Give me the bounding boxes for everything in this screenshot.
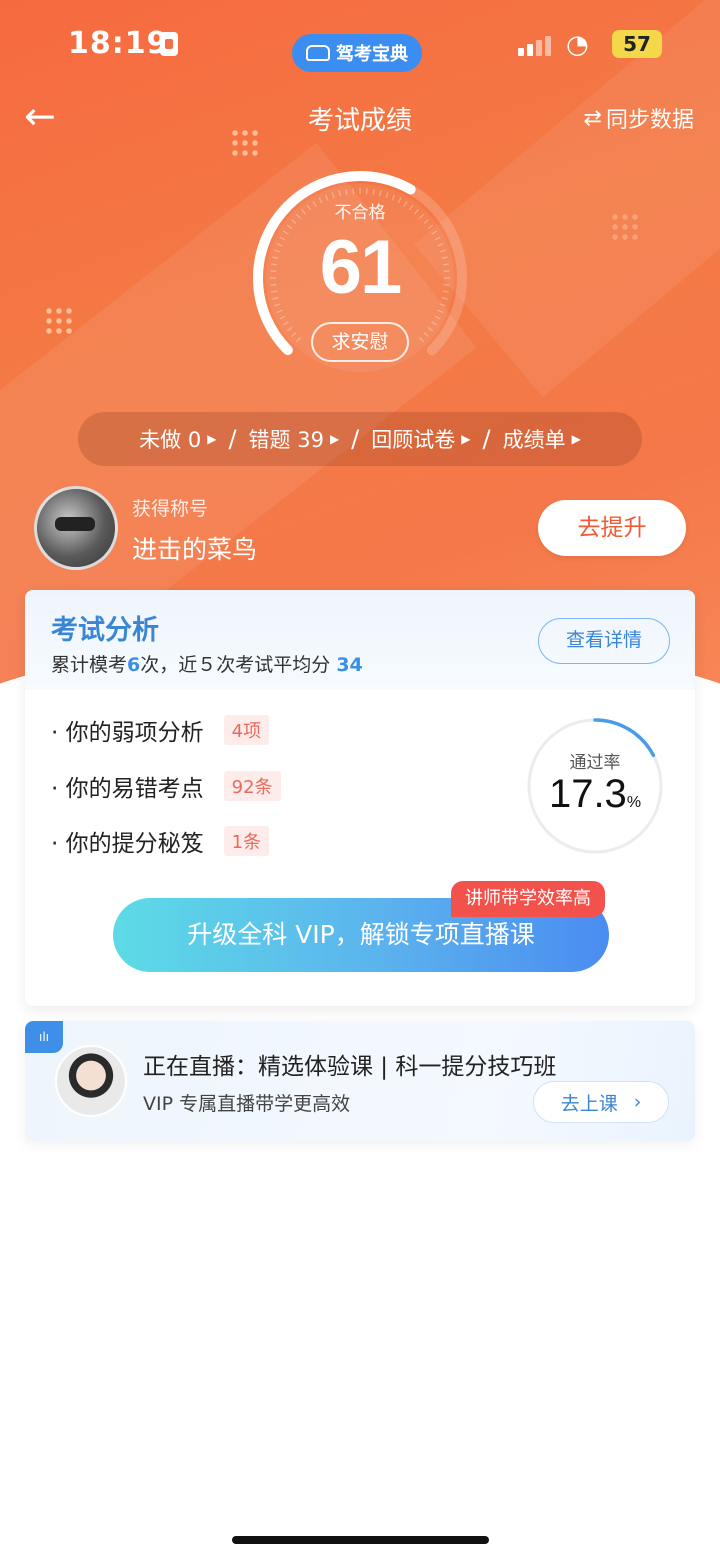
live-class-card[interactable]: ılı 正在直播：精选体验课 | 科一提分技巧班 VIP 专属直播带学更高效 去… xyxy=(25,1021,695,1141)
sync-data-label: 同步数据 xyxy=(605,108,694,133)
live-title: 正在直播：精选体验课 | 科一提分技巧班 xyxy=(143,1054,557,1080)
quick-action-label: 回顾试卷 xyxy=(371,428,456,452)
comfort-button[interactable]: 求安慰 xyxy=(311,322,409,362)
vip-promo-tag: 讲师带学效率高 xyxy=(451,881,605,917)
triangle-right-icon: ▶ xyxy=(329,432,340,446)
title-value: 进击的菜鸟 xyxy=(132,535,258,564)
wifi-icon: ◔ xyxy=(566,30,589,60)
quick-action-wrong[interactable]: 错题 39 ▶ xyxy=(249,424,340,454)
screen-record-icon xyxy=(160,32,178,56)
sync-data-button[interactable]: ⇄ 同步数据 xyxy=(584,102,694,134)
chevron-right-icon: › xyxy=(633,1091,642,1113)
row-label: · 你的弱项分析 xyxy=(51,720,204,746)
triangle-right-icon: ▶ xyxy=(571,432,581,446)
score-value: 61 xyxy=(319,225,403,310)
average-score: 34 xyxy=(336,654,363,676)
battery-icon: 57 xyxy=(612,30,662,58)
quick-action-review[interactable]: 回顾试卷 ▶ xyxy=(371,424,470,454)
row-tag: 1条 xyxy=(223,826,270,856)
view-details-button[interactable]: 查看详情 xyxy=(538,618,670,664)
avatar[interactable] xyxy=(34,486,118,570)
analysis-summary: 累计模考6次，近５次考试平均分 34 xyxy=(51,650,363,677)
tips-row[interactable]: · 你的提分秘笈 1条 xyxy=(51,821,270,861)
pass-rate-unit: % xyxy=(626,794,642,811)
row-label: · 你的易错考点 xyxy=(51,776,204,802)
separator: / xyxy=(482,425,491,453)
row-tag: 92条 xyxy=(223,771,281,801)
analysis-card: 考试分析 累计模考6次，近５次考试平均分 34 查看详情 · 你的弱项分析 4项… xyxy=(25,590,695,1006)
status-time: 18:19 xyxy=(68,26,169,61)
swap-arrows-icon: ⇄ xyxy=(583,105,602,131)
score-status: 不合格 xyxy=(334,203,386,223)
audio-bars-icon: ılı xyxy=(25,1021,63,1053)
mock-count: 6 xyxy=(127,654,141,676)
separator: / xyxy=(351,425,360,453)
home-indicator xyxy=(232,1536,489,1544)
quick-action-label: 成绩单 xyxy=(502,428,566,452)
status-bar: 18:19 驾考宝典 ◔ 57 xyxy=(0,22,720,72)
quick-action-label: 未做 0 xyxy=(139,428,202,452)
go-to-class-label: 去上课 xyxy=(560,1092,618,1115)
teacher-avatar xyxy=(55,1045,127,1117)
summary-prefix: 累计模考 xyxy=(51,654,128,676)
row-label: · 你的提分秘笈 xyxy=(51,831,204,857)
weakness-row[interactable]: · 你的弱项分析 4项 xyxy=(51,710,270,750)
quick-action-undone[interactable]: 未做 0 ▶ xyxy=(139,424,216,454)
quick-action-report[interactable]: 成绩单 ▶ xyxy=(503,424,581,454)
separator: / xyxy=(228,425,237,453)
live-subtitle: VIP 专属直播带学更高效 xyxy=(143,1093,351,1115)
app-pill-label: 驾考宝典 xyxy=(336,44,408,65)
title-label: 获得称号 xyxy=(132,498,209,520)
pass-rate-value: 17.3% xyxy=(525,772,665,817)
summary-middle: 次，近５次考试平均分 xyxy=(140,654,331,676)
car-icon xyxy=(306,45,330,61)
app-pill[interactable]: 驾考宝典 xyxy=(292,34,422,72)
analysis-title: 考试分析 xyxy=(51,615,159,646)
quick-action-label: 错题 39 xyxy=(248,428,324,452)
triangle-right-icon: ▶ xyxy=(207,432,217,446)
pass-rate-number: 17.3 xyxy=(548,772,627,816)
error-prone-row[interactable]: · 你的易错考点 92条 xyxy=(51,766,281,806)
row-tag: 4项 xyxy=(223,715,270,745)
go-to-class-button[interactable]: 去上课 › xyxy=(533,1081,669,1123)
signal-icon xyxy=(518,36,551,56)
pass-rate-label: 通过率 xyxy=(569,753,621,773)
quick-actions-bar: 未做 0 ▶ / 错题 39 ▶ / 回顾试卷 ▶ / 成绩单 ▶ xyxy=(78,412,642,466)
triangle-right-icon: ▶ xyxy=(461,432,471,446)
improve-button[interactable]: 去提升 xyxy=(538,500,686,556)
